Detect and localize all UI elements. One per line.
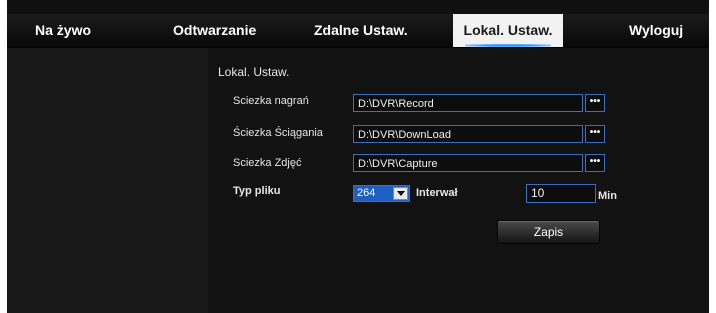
capture-path-browse-button[interactable]: ••• <box>585 154 605 172</box>
tab-logout[interactable]: Wyloguj <box>629 14 683 47</box>
tab-local-settings[interactable]: Lokal. Ustaw. <box>453 14 563 47</box>
section-title: Lokal. Ustaw. <box>218 65 290 79</box>
left-sidebar <box>7 48 208 313</box>
tab-remote-settings[interactable]: Zdalne Ustaw. <box>314 14 408 47</box>
capture-path-label: Sciezka Zdjęć <box>233 157 302 169</box>
save-button[interactable]: Zapis <box>497 220 600 244</box>
interval-input[interactable]: 10 <box>526 184 596 203</box>
record-path-label: Sciezka nagrań <box>233 95 309 107</box>
tab-live[interactable]: Na żywo <box>35 14 91 47</box>
capture-path-input[interactable]: D:\DVR\Capture <box>353 154 583 172</box>
record-path-input[interactable]: D:\DVR\Record <box>353 94 583 112</box>
record-path-browse-button[interactable]: ••• <box>585 94 605 112</box>
chevron-down-icon[interactable] <box>393 187 408 200</box>
download-path-label: Ściezka Ściągania <box>233 127 323 139</box>
file-type-label: Typ pliku <box>233 185 281 197</box>
file-type-select[interactable]: 264 <box>353 185 410 202</box>
top-navigation: Na żywo Odtwarzanie Zdalne Ustaw. Lokal.… <box>7 14 709 48</box>
app-frame: Na żywo Odtwarzanie Zdalne Ustaw. Lokal.… <box>7 0 709 313</box>
local-settings-panel: Lokal. Ustaw. Sciezka nagrań D:\DVR\Reco… <box>208 48 709 313</box>
interval-label: Interwał <box>416 187 458 199</box>
tab-playback[interactable]: Odtwarzanie <box>173 14 256 47</box>
interval-unit-label: Min <box>598 190 617 202</box>
download-path-input[interactable]: D:\DVR\DownLoad <box>353 125 583 143</box>
file-type-value: 264 <box>357 187 376 199</box>
download-path-browse-button[interactable]: ••• <box>585 125 605 143</box>
